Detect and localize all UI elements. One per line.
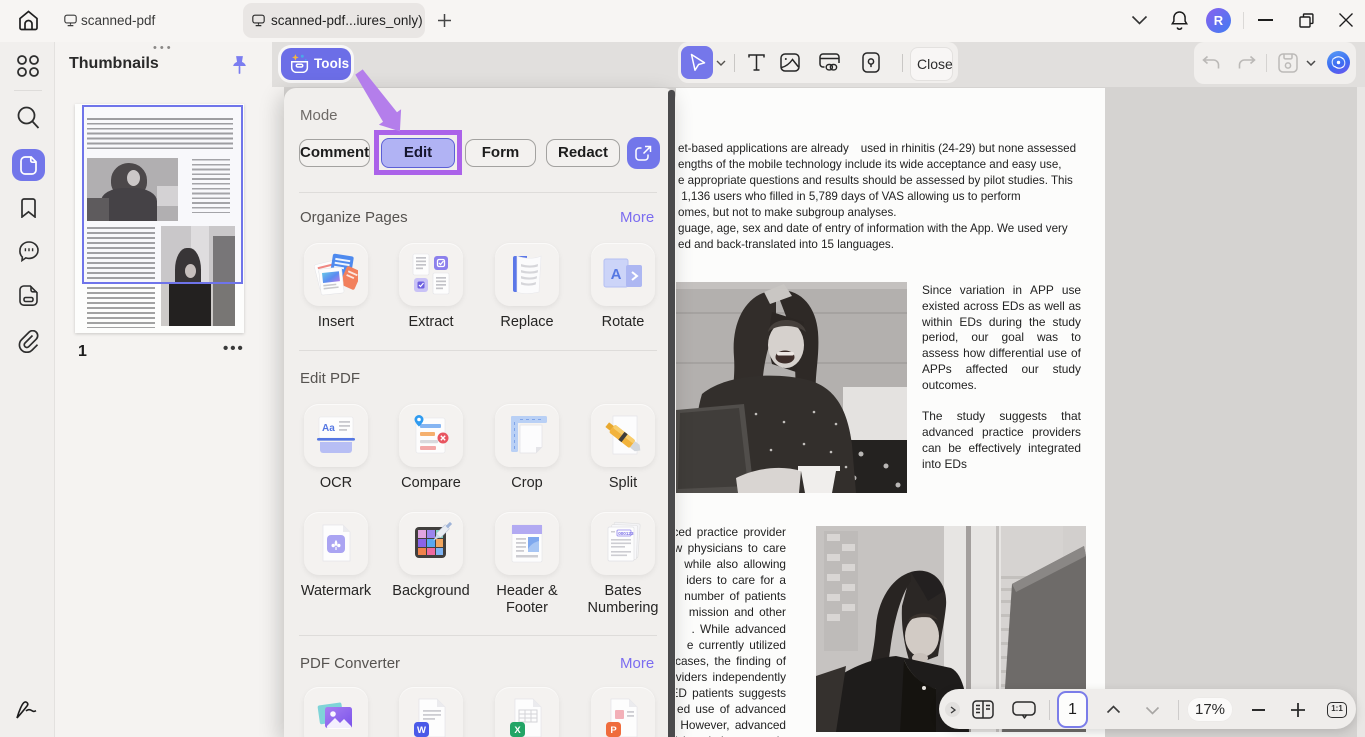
svg-text:X: X [514, 725, 521, 736]
svg-text:Aa: Aa [322, 423, 335, 434]
svg-text:W: W [417, 725, 426, 736]
svg-text:P: P [610, 725, 617, 736]
svg-text:A: A [611, 266, 622, 283]
svg-text:000123: 000123 [618, 531, 634, 536]
